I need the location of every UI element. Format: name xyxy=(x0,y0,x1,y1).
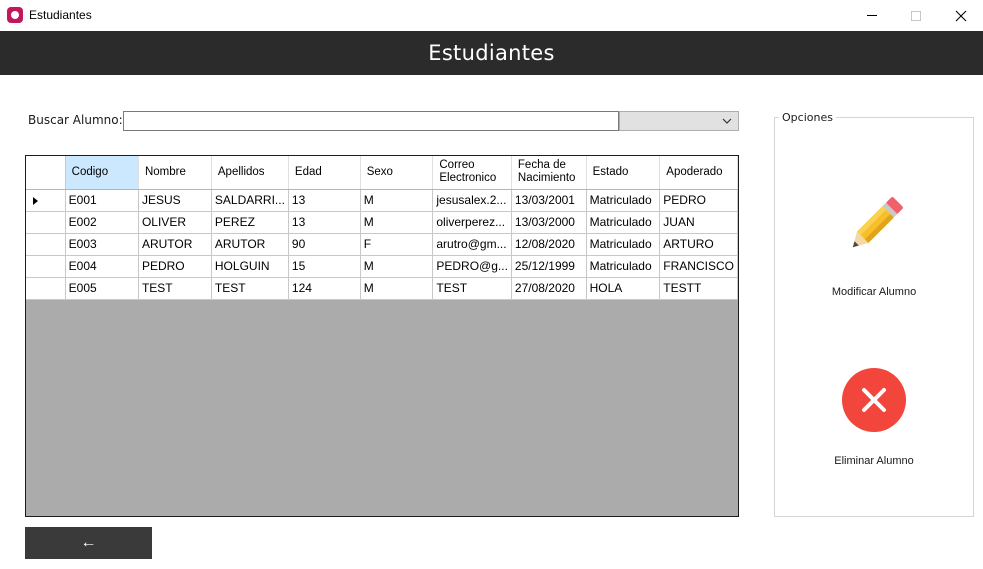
table-cell[interactable]: 90 xyxy=(288,233,361,256)
chevron-down-icon xyxy=(722,118,732,124)
students-table: Codigo Nombre Apellidos Edad Sexo Correo… xyxy=(26,156,738,300)
table-cell[interactable]: PEDRO xyxy=(138,255,212,278)
title-bar: Estudiantes xyxy=(0,0,983,31)
table-cell[interactable]: Matriculado xyxy=(586,233,661,256)
table-cell[interactable]: FRANCISCO xyxy=(659,255,738,278)
table-cell[interactable]: jesusalex.2... xyxy=(432,189,512,212)
table-cell[interactable]: PEREZ xyxy=(211,211,289,234)
maximize-button xyxy=(893,0,939,31)
table-cell[interactable]: TEST xyxy=(432,277,512,300)
table-cell[interactable]: Matriculado xyxy=(586,211,661,234)
row-header[interactable] xyxy=(26,277,66,300)
table-cell[interactable]: TEST xyxy=(138,277,212,300)
options-legend: Opciones xyxy=(779,111,836,124)
delete-student-button[interactable]: Eliminar Alumno xyxy=(775,368,973,478)
table-cell[interactable]: OLIVER xyxy=(138,211,212,234)
page-title: Estudiantes xyxy=(428,41,555,65)
row-header-corner[interactable] xyxy=(26,156,66,190)
table-cell[interactable]: E004 xyxy=(65,255,139,278)
table-cell[interactable]: TESTT xyxy=(659,277,738,300)
table-cell[interactable]: M xyxy=(360,277,434,300)
table-cell[interactable]: F xyxy=(360,233,434,256)
table-row[interactable]: E001 JESUS SALDARRI... 13 Mjesusalex.2... 13/… xyxy=(26,189,738,212)
minimize-icon xyxy=(867,15,877,16)
back-arrow-icon: ← xyxy=(80,534,97,551)
minimize-button[interactable] xyxy=(849,0,895,31)
table-cell[interactable]: JUAN xyxy=(659,211,738,234)
table-cell[interactable]: arutro@gm... xyxy=(432,233,512,256)
window-title: Estudiantes xyxy=(29,8,92,22)
table-cell[interactable]: 13 xyxy=(288,189,361,212)
current-row-arrow-icon xyxy=(33,196,38,205)
column-header-apoderado[interactable]: Apoderado xyxy=(659,156,738,190)
table-cell[interactable]: 13/03/2000 xyxy=(511,211,587,234)
table-cell[interactable]: E001 xyxy=(65,189,139,212)
maximize-icon xyxy=(911,10,921,21)
close-icon xyxy=(955,10,967,21)
table-cell[interactable]: 13 xyxy=(288,211,361,234)
modify-student-label: Modificar Alumno xyxy=(831,286,917,298)
table-cell[interactable]: SALDARRI... xyxy=(211,189,289,212)
table-cell[interactable]: Matriculado xyxy=(586,189,661,212)
column-header-correo[interactable]: Correo Electronico xyxy=(432,156,512,190)
table-cell[interactable]: ARUTOR xyxy=(138,233,212,256)
search-filter-dropdown[interactable] xyxy=(619,111,739,131)
app-icon xyxy=(7,7,23,23)
table-cell[interactable]: E002 xyxy=(65,211,139,234)
column-header-fecha[interactable]: Fecha de Nacimiento xyxy=(511,156,587,190)
column-header-codigo[interactable]: Codigo xyxy=(65,156,139,190)
close-x-glyph xyxy=(862,388,886,412)
table-cell[interactable]: M xyxy=(360,255,434,278)
students-grid[interactable]: Codigo Nombre Apellidos Edad Sexo Correo… xyxy=(25,155,739,517)
table-header-row: Codigo Nombre Apellidos Edad Sexo Correo… xyxy=(26,156,738,190)
table-cell[interactable]: TEST xyxy=(211,277,289,300)
row-header[interactable] xyxy=(26,233,66,256)
table-cell[interactable]: ARTURO xyxy=(659,233,738,256)
page-header: Estudiantes xyxy=(0,31,983,75)
table-cell[interactable]: E005 xyxy=(65,277,139,300)
table-cell[interactable]: PEDRO@g... xyxy=(432,255,512,278)
delete-student-label: Eliminar Alumno xyxy=(834,455,914,467)
table-cell[interactable]: Matriculado xyxy=(586,255,661,278)
column-header-estado[interactable]: Estado xyxy=(586,156,661,190)
table-cell[interactable]: 27/08/2020 xyxy=(511,277,587,300)
table-cell[interactable]: oliverperez... xyxy=(432,211,512,234)
table-cell[interactable]: M xyxy=(360,211,434,234)
table-cell[interactable]: JESUS xyxy=(138,189,212,212)
table-row[interactable]: E004 PEDRO HOLGUIN 15 M PEDRO@g... 25/12/1999 M… xyxy=(26,255,738,278)
table-cell[interactable]: PEDRO xyxy=(659,189,738,212)
table-cell[interactable]: 124 xyxy=(288,277,361,300)
column-header-edad[interactable]: Edad xyxy=(288,156,361,190)
column-header-nombre[interactable]: Nombre xyxy=(138,156,212,190)
column-header-apellidos[interactable]: Apellidos xyxy=(211,156,289,190)
table-cell[interactable]: 13/03/2001 xyxy=(511,189,587,212)
column-header-sexo[interactable]: Sexo xyxy=(360,156,434,190)
table-row[interactable]: E003 ARUTOR ARUTOR 90 Farutro@gm... 12/08/202… xyxy=(26,233,738,256)
delete-x-icon xyxy=(842,368,906,432)
back-button[interactable]: ← xyxy=(25,527,152,559)
table-row[interactable]: E005 TEST TEST 124 M TEST 27/08/2020 HOLA TESTT xyxy=(26,277,738,300)
row-header[interactable] xyxy=(26,189,66,212)
row-header[interactable] xyxy=(26,255,66,278)
table-cell[interactable]: 15 xyxy=(288,255,361,278)
table-cell[interactable]: HOLGUIN xyxy=(211,255,289,278)
pencil-icon xyxy=(852,197,903,248)
table-row[interactable]: E002 OLIVER PEREZ 13 Moliverperez... 13/03/20… xyxy=(26,211,738,234)
search-label: Buscar Alumno: xyxy=(28,113,123,127)
table-cell[interactable]: 25/12/1999 xyxy=(511,255,587,278)
table-cell[interactable]: 12/08/2020 xyxy=(511,233,587,256)
row-header[interactable] xyxy=(26,211,66,234)
close-button[interactable] xyxy=(938,0,983,31)
table-cell[interactable]: M xyxy=(360,189,434,212)
modify-student-button[interactable]: Modificar Alumno xyxy=(775,190,973,310)
search-input[interactable] xyxy=(123,111,619,131)
table-cell[interactable]: HOLA xyxy=(586,277,661,300)
table-cell[interactable]: E003 xyxy=(65,233,139,256)
table-cell[interactable]: ARUTOR xyxy=(211,233,289,256)
